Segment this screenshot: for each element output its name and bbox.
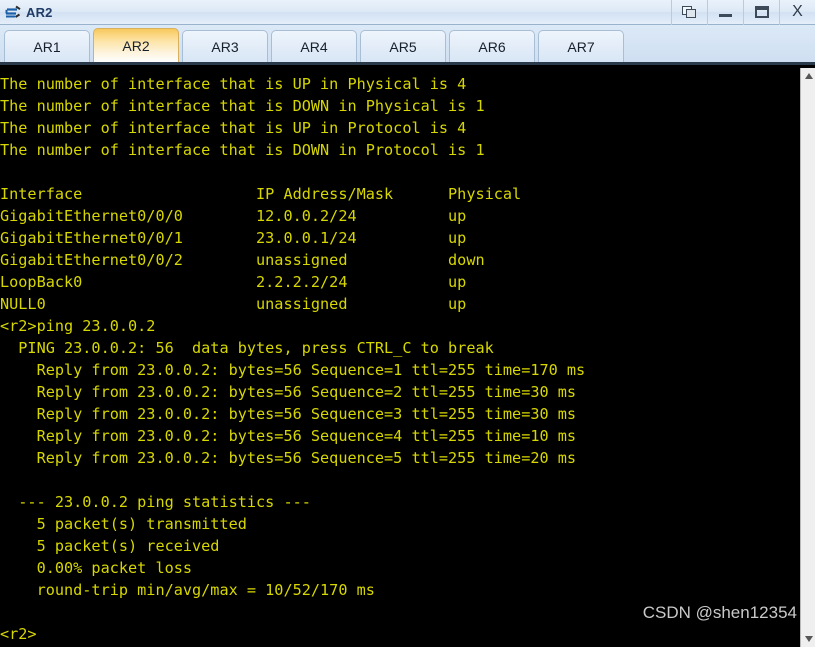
- router-cli-window: AR2 X AR1 AR2 AR3 AR4 AR5 AR6 AR7 The nu…: [0, 0, 815, 647]
- restore-icon: [682, 5, 697, 19]
- terminal-line: <r2>ping 23.0.0.2: [0, 317, 156, 335]
- minimize-button[interactable]: [707, 0, 743, 25]
- terminal-output[interactable]: The number of interface that is UP in Ph…: [0, 68, 800, 647]
- terminal-line: Reply from 23.0.0.2: bytes=56 Sequence=5…: [0, 449, 577, 467]
- terminal-scrollbar[interactable]: [800, 68, 815, 647]
- terminal-line: <r2>: [0, 625, 37, 643]
- tab-ar3[interactable]: AR3: [182, 30, 268, 62]
- terminal-line: GigabitEthernet0/0/1 23.0.0.1/24 up: [0, 229, 467, 247]
- tab-label: AR6: [478, 38, 506, 55]
- terminal-line: GigabitEthernet0/0/2 unassigned down: [0, 251, 485, 269]
- tab-label: AR7: [567, 38, 595, 55]
- tab-ar1[interactable]: AR1: [4, 30, 90, 62]
- tab-strip: AR1 AR2 AR3 AR4 AR5 AR6 AR7: [0, 25, 815, 65]
- terminal-line: Reply from 23.0.0.2: bytes=56 Sequence=1…: [0, 361, 586, 379]
- tab-label: AR4: [300, 38, 328, 55]
- window-controls: X: [671, 0, 815, 25]
- minimize-icon: [719, 14, 732, 17]
- maximize-icon: [754, 6, 769, 18]
- terminal-line: The number of interface that is UP in Pr…: [0, 119, 467, 137]
- terminal-line: Reply from 23.0.0.2: bytes=56 Sequence=2…: [0, 383, 577, 401]
- scroll-down-arrow-icon: [804, 636, 813, 642]
- terminal-line: round-trip min/avg/max = 10/52/170 ms: [0, 581, 375, 599]
- terminal-line: NULL0 unassigned up: [0, 295, 467, 313]
- tab-label: AR2: [122, 37, 150, 54]
- terminal-line: Reply from 23.0.0.2: bytes=56 Sequence=3…: [0, 405, 577, 423]
- title-bar: AR2 X: [0, 0, 815, 25]
- terminal-line: Interface IP Address/Mask Physical: [0, 185, 522, 203]
- terminal-line: GigabitEthernet0/0/0 12.0.0.2/24 up: [0, 207, 467, 225]
- tab-ar5[interactable]: AR5: [360, 30, 446, 62]
- title-bar-left: AR2: [0, 4, 671, 21]
- router-icon: [5, 5, 21, 18]
- terminal-line: Reply from 23.0.0.2: bytes=56 Sequence=4…: [0, 427, 577, 445]
- tab-ar4[interactable]: AR4: [271, 30, 357, 62]
- terminal-line: 0.00% packet loss: [0, 559, 193, 577]
- tab-ar2[interactable]: AR2: [93, 28, 179, 62]
- terminal-line: 5 packet(s) transmitted: [0, 515, 247, 533]
- terminal-line: LoopBack0 2.2.2.2/24 up: [0, 273, 467, 291]
- terminal-line: 5 packet(s) received: [0, 537, 220, 555]
- terminal-line: PING 23.0.0.2: 56 data bytes, press CTRL…: [0, 339, 494, 357]
- tab-ar7[interactable]: AR7: [538, 30, 624, 62]
- scroll-up-arrow-icon: [804, 73, 813, 79]
- maximize-button[interactable]: [743, 0, 779, 25]
- tab-label: AR5: [389, 38, 417, 55]
- terminal-line: The number of interface that is DOWN in …: [0, 97, 485, 115]
- tab-label: AR1: [33, 38, 61, 55]
- terminal-line: The number of interface that is DOWN in …: [0, 141, 485, 159]
- close-button[interactable]: X: [779, 0, 815, 25]
- terminal-line-list: The number of interface that is UP in Ph…: [0, 73, 800, 645]
- terminal-line: --- 23.0.0.2 ping statistics ---: [0, 493, 311, 511]
- tab-ar6[interactable]: AR6: [449, 30, 535, 62]
- tab-label: AR3: [211, 38, 239, 55]
- scroll-up-button[interactable]: [801, 68, 815, 84]
- window-title: AR2: [26, 4, 53, 20]
- close-icon: X: [792, 3, 803, 20]
- restore-button[interactable]: [671, 0, 707, 25]
- terminal-line: The number of interface that is UP in Ph…: [0, 75, 467, 93]
- scroll-down-button[interactable]: [801, 631, 815, 647]
